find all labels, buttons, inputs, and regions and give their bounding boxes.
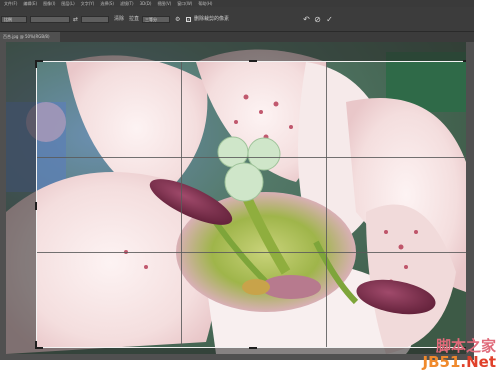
menu-edit[interactable]: 编辑(E) (23, 0, 37, 7)
menu-layer[interactable]: 图层(L) (61, 0, 74, 7)
watermark-site: JB51.Net (423, 355, 497, 370)
delete-cropped-checkbox[interactable]: ✓ (186, 17, 191, 22)
menu-window[interactable]: 窗口(W) (177, 0, 192, 7)
watermark-cn: 脚本之家 (435, 337, 496, 355)
site-watermark: 脚本之家 JB51.Net (423, 339, 497, 370)
crop-shield-left (6, 61, 36, 348)
crop-height-input[interactable] (81, 16, 109, 23)
crop-width-input[interactable] (30, 16, 70, 23)
menu-view[interactable]: 视图(V) (157, 0, 171, 7)
crop-options-bar: 比例 ⇄ 清除 拉直 三等分 ⚙ ✓ 删除裁剪的像素 ↶ ⊘ ✓ (0, 7, 474, 32)
straighten-button[interactable]: 拉直 (129, 16, 139, 23)
crop-shield-top (6, 42, 466, 61)
document-tab-bar: 百合.jpg @ 50%(RGB/8) (0, 32, 474, 42)
crop-box[interactable] (35, 60, 466, 349)
grid-line-v2 (326, 62, 327, 347)
menu-filter[interactable]: 滤镜(T) (120, 0, 134, 7)
reset-icon[interactable]: ↶ (302, 15, 311, 24)
menu-3d[interactable]: 3D(D) (140, 0, 152, 7)
watermark-site-part2: .Net (460, 353, 496, 371)
swap-icon[interactable]: ⇄ (73, 16, 78, 23)
watermark-site-part1: JB51 (422, 353, 461, 371)
crop-handle-top[interactable] (249, 60, 257, 62)
commit-icon[interactable]: ✓ (325, 15, 334, 24)
delete-cropped-label: 删除裁剪的像素 (194, 16, 230, 22)
clear-button[interactable]: 清除 (114, 16, 124, 23)
gear-icon[interactable]: ⚙ (175, 16, 180, 23)
crop-handle-bottom-left-v[interactable] (35, 341, 37, 349)
menu-type[interactable]: 文字(Y) (81, 0, 95, 7)
lily-photo (6, 42, 466, 354)
grid-line-h2 (37, 252, 466, 253)
menu-file[interactable]: 文件(F) (4, 0, 17, 7)
grid-line-v1 (181, 62, 182, 347)
crop-handle-bottom[interactable] (249, 347, 257, 349)
cancel-icon[interactable]: ⊘ (313, 15, 322, 24)
crop-handle-top-left-v[interactable] (35, 60, 37, 68)
canvas-area[interactable] (0, 42, 474, 360)
crop-shield-bottom (6, 348, 466, 354)
document-tab[interactable]: 百合.jpg @ 50%(RGB/8) (0, 32, 60, 42)
menu-bar: 文件(F) 编辑(E) 图像(I) 图层(L) 文字(Y) 选择(S) 滤镜(T… (0, 0, 474, 7)
crop-handle-left[interactable] (35, 202, 37, 210)
crop-ratio-select[interactable]: 比例 (1, 16, 27, 23)
overlay-view-select[interactable]: 三等分 (142, 16, 170, 23)
menu-select[interactable]: 选择(S) (100, 0, 114, 7)
crop-handle-top-right[interactable] (463, 60, 466, 62)
menu-image[interactable]: 图像(I) (43, 0, 55, 7)
grid-line-h1 (37, 157, 466, 158)
photoshop-window: 文件(F) 编辑(E) 图像(I) 图层(L) 文字(Y) 选择(S) 滤镜(T… (0, 0, 474, 360)
menu-help[interactable]: 帮助(H) (198, 0, 212, 7)
